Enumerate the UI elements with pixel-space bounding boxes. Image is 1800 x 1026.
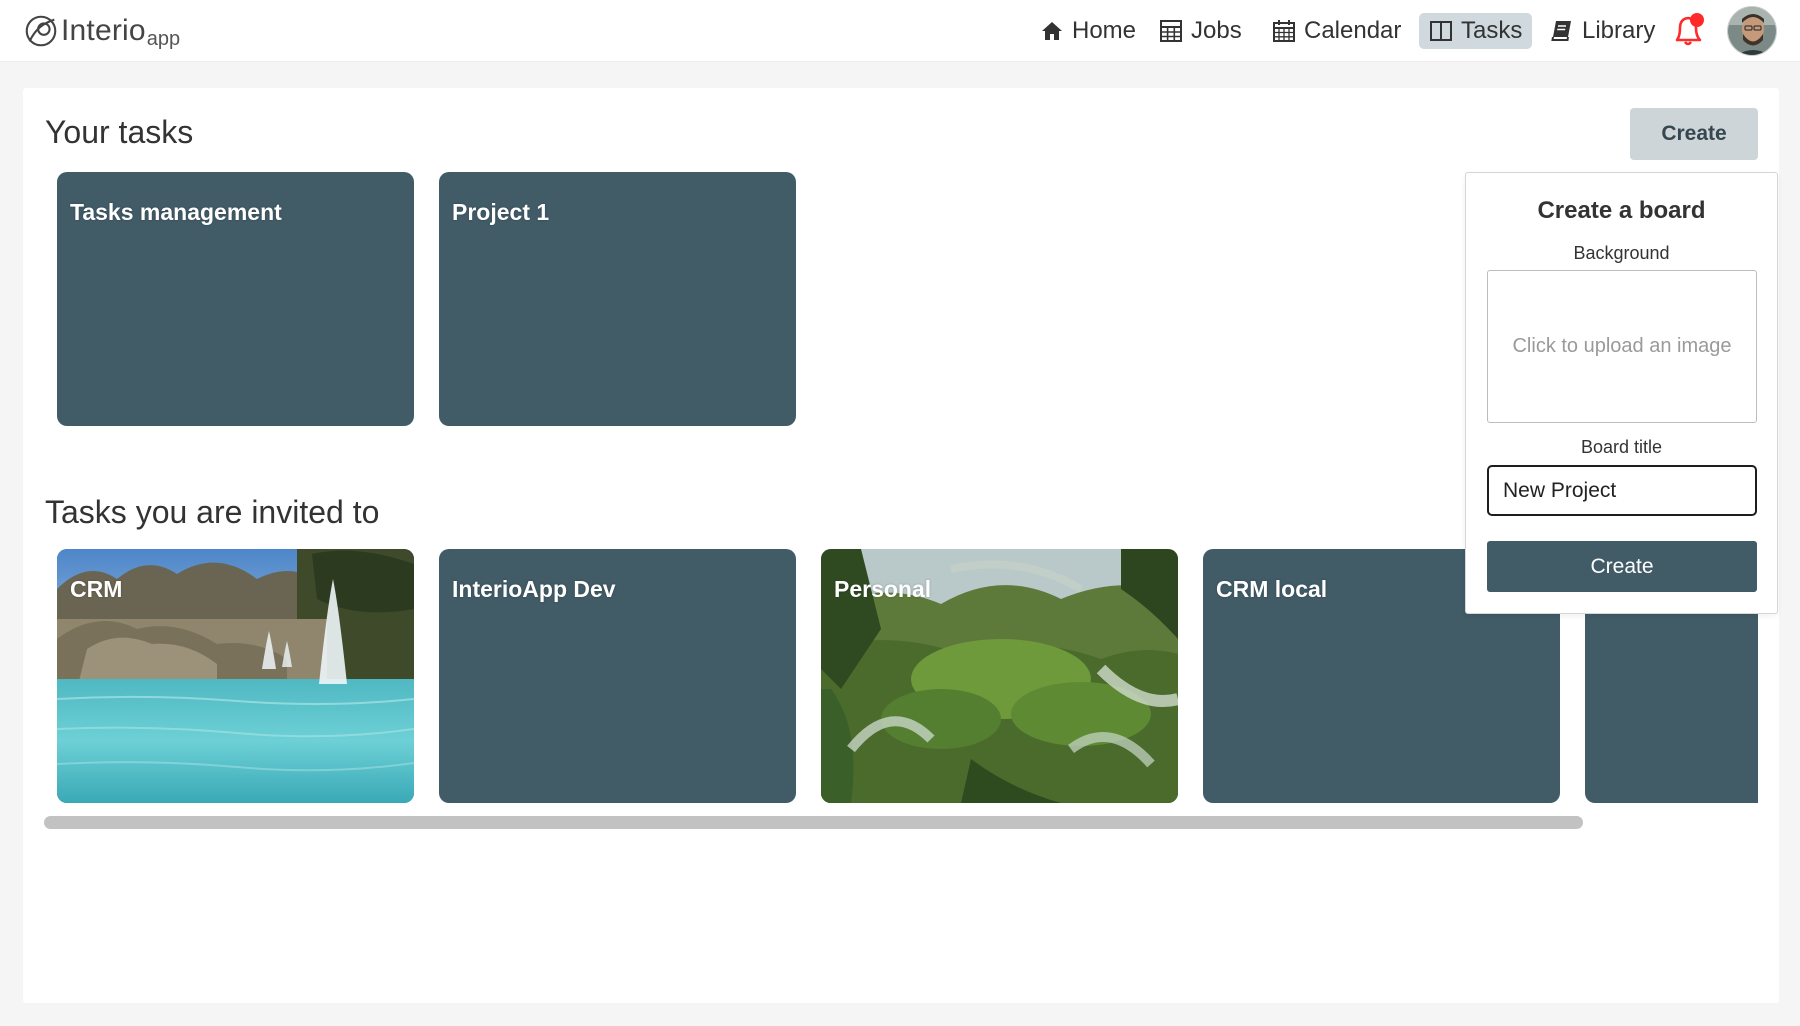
nav-calendar-label: Calendar	[1304, 17, 1402, 44]
horizontal-scrollbar[interactable]	[44, 816, 1583, 829]
background-label: Background	[1573, 243, 1670, 263]
user-avatar[interactable]	[1727, 6, 1777, 56]
bell-icon[interactable]	[1672, 12, 1706, 48]
board-title: InterioApp Dev	[452, 576, 616, 602]
image-upload-area[interactable]: Click to upload an image	[1487, 270, 1757, 423]
nav-jobs-label: Jobs	[1191, 17, 1242, 44]
avatar-image	[1728, 7, 1776, 55]
board-title: Tasks management	[70, 199, 282, 225]
top-navbar: Interio app Home Jobs Calendar Tasks Lib…	[0, 0, 1800, 62]
home-icon	[1042, 22, 1062, 40]
board-title-input[interactable]	[1487, 465, 1757, 516]
logo-icon	[25, 15, 57, 47]
nav-home-label: Home	[1072, 17, 1137, 44]
nav-tasks-label: Tasks	[1461, 17, 1523, 44]
board-title: CRM local	[1216, 576, 1328, 602]
board-title-label: Board title	[1580, 437, 1663, 457]
popover-title: Create a board	[1537, 197, 1706, 224]
nav-library-label: Library	[1582, 17, 1656, 44]
board-title: Project 1	[452, 199, 550, 225]
popover-create-button[interactable]: Create	[1487, 541, 1757, 592]
create-board-button[interactable]: Create	[1630, 108, 1758, 160]
board-card-personal[interactable]: Personal	[821, 549, 1178, 803]
logo-subtext: app	[146, 27, 181, 50]
nav-library[interactable]: Library	[1540, 13, 1665, 49]
book-icon	[1551, 21, 1571, 41]
your-tasks-heading: Your tasks	[45, 114, 194, 150]
nav-home[interactable]: Home	[1030, 13, 1146, 49]
nav-jobs[interactable]: Jobs	[1149, 13, 1252, 49]
board-card-interioapp-dev[interactable]: InterioApp Dev	[439, 549, 796, 803]
upload-placeholder: Click to upload an image	[1512, 335, 1732, 357]
calculator-icon	[1160, 20, 1182, 42]
board-title: Personal	[834, 576, 932, 602]
calendar-icon	[1273, 20, 1295, 42]
app-logo[interactable]: Interio app	[22, 10, 180, 52]
logo-text: Interio	[61, 14, 146, 47]
board-card-crm[interactable]: CRM	[57, 549, 414, 803]
invited-tasks-heading: Tasks you are invited to	[45, 494, 380, 530]
board-card-tasks-management[interactable]: Tasks management	[57, 172, 414, 426]
notification-dot	[1690, 13, 1704, 27]
nav-tasks[interactable]: Tasks	[1419, 13, 1533, 49]
board-title: CRM	[70, 576, 123, 602]
nav-calendar[interactable]: Calendar	[1262, 13, 1411, 49]
create-board-popover: Create a board Background Click to uploa…	[1465, 172, 1778, 614]
board-card-project-1[interactable]: Project 1	[439, 172, 796, 426]
columns-icon	[1430, 21, 1452, 41]
